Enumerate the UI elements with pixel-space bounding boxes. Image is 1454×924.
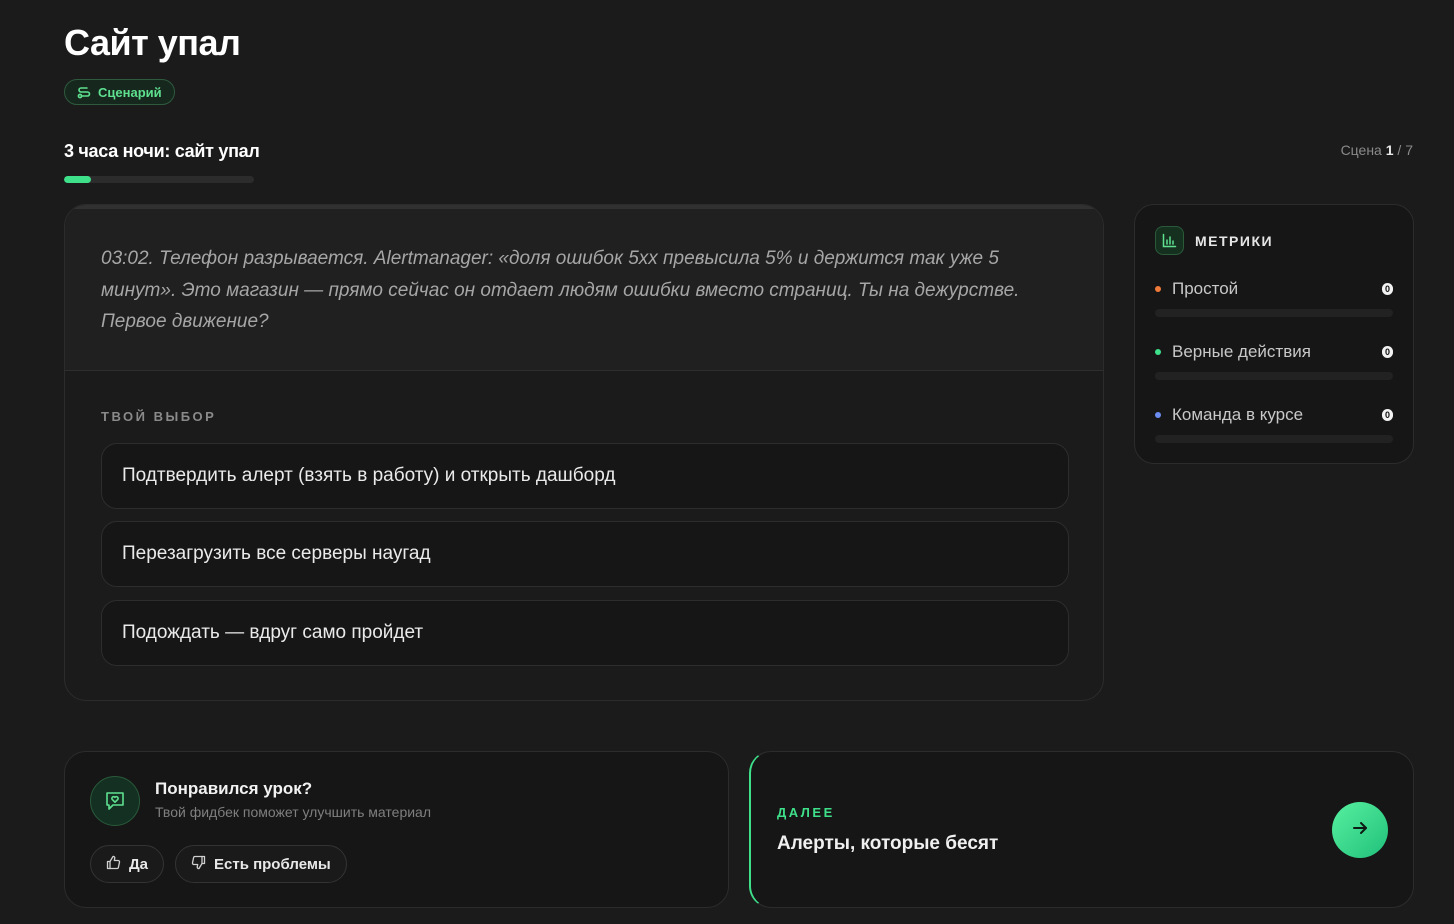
choice-option-label: Подождать — вдруг само пройдет	[122, 622, 424, 643]
metric-name: Простой	[1172, 279, 1239, 298]
metric-value-badge: 0	[1382, 283, 1393, 295]
scene-counter: Сцена 1 / 7	[1341, 142, 1413, 158]
metrics-title: МЕТРИКИ	[1195, 232, 1274, 249]
narrative-panel: 03:02. Телефон разрывается. Alertmanager…	[65, 205, 1103, 371]
metric-value-badge: 0	[1382, 409, 1393, 421]
scene-title: 3 часа ночи: сайт упал	[64, 141, 260, 161]
metric-dot	[1155, 349, 1161, 355]
scene-narrative: 03:02. Телефон разрывается. Alertmanager…	[101, 248, 1020, 332]
choice-option-label: Подтвердить алерт (взять в работу) и отк…	[122, 465, 616, 486]
feedback-card: Понравился урок? Твой фидбек поможет улу…	[64, 751, 729, 908]
scene-current: 1	[1385, 142, 1394, 158]
feedback-problems-label: Есть проблемы	[214, 855, 331, 873]
metric-dot	[1155, 412, 1161, 418]
scene-card: 03:02. Телефон разрывается. Alertmanager…	[64, 204, 1104, 701]
metric-downtime: Простой 0	[1155, 279, 1393, 317]
metric-dot	[1155, 286, 1161, 292]
metrics-panel: МЕТРИКИ Простой 0 Верные действия 0 Кома…	[1134, 204, 1414, 464]
metric-name: Команда в курсе	[1172, 405, 1304, 424]
scene-progress-fill	[64, 176, 91, 183]
scenario-tag: Сценарий	[64, 79, 175, 105]
page-title: Сайт упал	[64, 22, 241, 63]
metric-name: Верные действия	[1172, 342, 1311, 361]
feedback-problems-button[interactable]: Есть проблемы	[175, 845, 347, 883]
choice-option-label: Перезагрузить все серверы наугад	[122, 543, 431, 564]
thumbs-down-icon	[191, 855, 206, 874]
choice-option-1[interactable]: Подтвердить алерт (взять в работу) и отк…	[101, 443, 1069, 509]
metric-team-informed: Команда в курсе 0	[1155, 405, 1393, 443]
metric-bar	[1155, 372, 1393, 380]
metric-value-badge: 0	[1382, 346, 1393, 358]
chat-heart-icon	[90, 776, 140, 826]
metric-correct-actions: Верные действия 0	[1155, 342, 1393, 380]
next-label: ДАЛЕЕ	[777, 805, 835, 820]
choice-option-3[interactable]: Подождать — вдруг само пройдет	[101, 600, 1069, 666]
feedback-yes-button[interactable]: Да	[90, 845, 165, 883]
scene-separator: /	[1397, 142, 1402, 158]
next-lesson-title: Алерты, которые бесят	[777, 833, 999, 854]
scene-total: 7	[1405, 142, 1413, 158]
metric-bar	[1155, 435, 1393, 443]
next-lesson-card[interactable]: ДАЛЕЕ Алерты, которые бесят	[749, 751, 1414, 908]
feedback-yes-label: Да	[129, 855, 149, 873]
bar-chart-icon	[1155, 226, 1184, 255]
feedback-subtitle: Твой фидбек поможет улучшить материал	[155, 804, 432, 820]
scene-counter-prefix: Сцена	[1340, 142, 1382, 158]
choice-option-2[interactable]: Перезагрузить все серверы наугад	[101, 521, 1069, 587]
metric-bar	[1155, 309, 1393, 317]
route-icon	[77, 85, 91, 99]
feedback-title: Понравился урок?	[155, 779, 313, 798]
arrow-right-icon	[1351, 819, 1369, 842]
metrics-header: МЕТРИКИ	[1155, 226, 1273, 255]
scene-progress-bar	[64, 176, 254, 183]
choice-heading: ТВОЙ ВЫБОР	[101, 409, 217, 424]
thumbs-up-icon	[106, 855, 121, 874]
next-arrow-button[interactable]	[1332, 802, 1388, 858]
scenario-tag-label: Сценарий	[98, 84, 162, 100]
lesson-page: Сайт упал Сценарий 3 часа ночи: сайт упа…	[0, 0, 1454, 924]
